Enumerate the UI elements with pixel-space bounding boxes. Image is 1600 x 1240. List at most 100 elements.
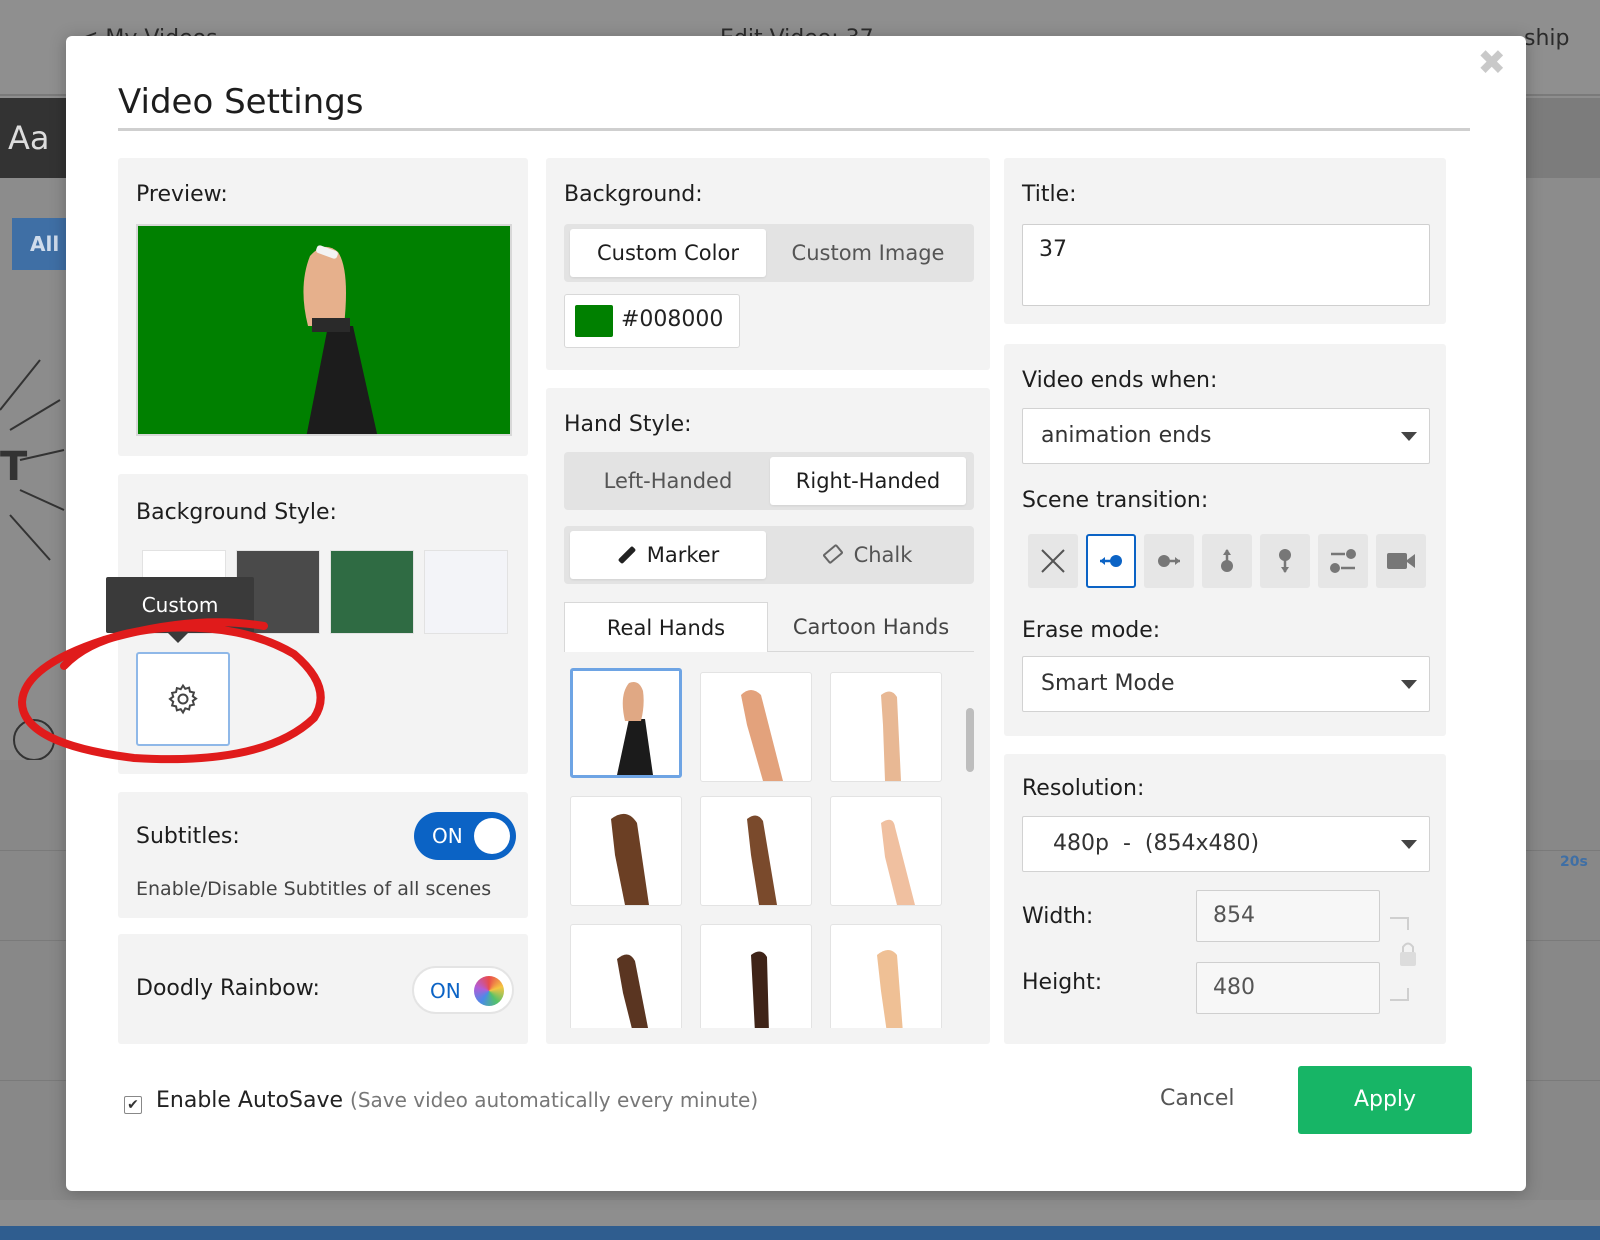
hand-style-panel: Hand Style: Left-Handed Right-Handed Mar… bbox=[546, 388, 990, 1044]
toggle-knob bbox=[474, 818, 510, 854]
color-swatch bbox=[575, 305, 613, 337]
background-style-panel: Background Style: Custom bbox=[106, 474, 528, 774]
hand-grid-scrollbar[interactable] bbox=[966, 708, 974, 772]
erase-mode-select[interactable]: Smart Mode bbox=[1022, 656, 1430, 712]
aspect-lock-icon[interactable] bbox=[1386, 914, 1420, 1004]
resolution-select[interactable]: 480p - (854x480) bbox=[1022, 816, 1430, 872]
apply-button[interactable]: Apply bbox=[1298, 1066, 1472, 1134]
transition-camera[interactable] bbox=[1376, 534, 1426, 588]
tab-cartoon-hands[interactable]: Cartoon Hands bbox=[768, 602, 974, 652]
hand-thumbnail-icon bbox=[881, 691, 901, 781]
slide-down-icon bbox=[1279, 549, 1291, 573]
background-type-selector: Custom Color Custom Image bbox=[564, 224, 974, 282]
title-panel: Title: 37 bbox=[1004, 158, 1446, 324]
autosave-label: Enable AutoSave bbox=[156, 1088, 344, 1113]
right-handed-option[interactable]: Right-Handed bbox=[770, 457, 966, 505]
rainbow-icon bbox=[474, 976, 504, 1006]
background-panel: Background: Custom Color Custom Image #0… bbox=[546, 158, 990, 370]
subtitles-panel: Subtitles: ON Enable/Disable Subtitles o… bbox=[118, 792, 528, 918]
hand-option[interactable] bbox=[830, 924, 942, 1028]
playback-panel: Video ends when: animation ends Scene tr… bbox=[1004, 344, 1446, 736]
doodly-rainbow-toggle[interactable]: ON bbox=[412, 966, 514, 1014]
width-input[interactable]: 854 bbox=[1196, 890, 1380, 942]
cancel-button[interactable]: Cancel bbox=[1160, 1086, 1235, 1111]
hand-option[interactable] bbox=[700, 924, 812, 1028]
scene-transition-label: Scene transition: bbox=[1022, 488, 1209, 513]
subtitles-toggle-text: ON bbox=[432, 824, 463, 848]
hand-thumbnail-icon bbox=[877, 950, 903, 1028]
transition-slide-left[interactable] bbox=[1086, 534, 1136, 588]
tab-real-hands[interactable]: Real Hands bbox=[564, 602, 768, 652]
title-input[interactable]: 37 bbox=[1022, 224, 1430, 306]
height-label: Height: bbox=[1022, 970, 1103, 995]
text-tool-button[interactable]: Aa bbox=[0, 98, 68, 178]
hand-option[interactable] bbox=[830, 672, 942, 782]
video-ends-select[interactable]: animation ends bbox=[1022, 408, 1430, 464]
autosave-hint: (Save video automatically every minute) bbox=[350, 1088, 759, 1112]
transition-slide-up[interactable] bbox=[1202, 534, 1252, 588]
gear-icon bbox=[168, 683, 198, 715]
subtitles-label: Subtitles: bbox=[136, 824, 240, 849]
transition-slide-down[interactable] bbox=[1260, 534, 1310, 588]
width-label: Width: bbox=[1022, 904, 1094, 929]
chevron-down-icon bbox=[1401, 840, 1417, 849]
hand-option[interactable] bbox=[700, 796, 812, 906]
preview-panel: Preview: bbox=[118, 158, 528, 456]
hand-option[interactable] bbox=[570, 796, 682, 906]
height-input[interactable]: 480 bbox=[1196, 962, 1380, 1014]
hand-option[interactable] bbox=[570, 668, 682, 778]
preview-hand-icon bbox=[303, 245, 378, 434]
camera-icon bbox=[1387, 553, 1415, 569]
transition-slide-right[interactable] bbox=[1144, 534, 1194, 588]
video-ends-label: Video ends when: bbox=[1022, 368, 1218, 393]
transition-none[interactable] bbox=[1028, 534, 1078, 588]
chalk-label: Chalk bbox=[853, 543, 913, 567]
hand-thumbnail-icon bbox=[617, 682, 653, 775]
resolution-panel: Resolution: 480p - (854x480) Width: 854 … bbox=[1004, 754, 1446, 1044]
erase-mode-label: Erase mode: bbox=[1022, 618, 1161, 643]
hand-option[interactable] bbox=[570, 924, 682, 1028]
none-x-icon bbox=[1041, 549, 1065, 573]
slide-right-icon bbox=[1158, 555, 1180, 567]
app-footer-bar bbox=[0, 1226, 1600, 1240]
close-icon[interactable]: ✖ bbox=[1478, 46, 1507, 80]
chalk-icon bbox=[821, 543, 844, 565]
hand-thumbnail-icon bbox=[611, 813, 649, 905]
title-divider bbox=[118, 128, 1470, 131]
timeline-marker: 20s bbox=[1560, 854, 1588, 870]
filter-all-button[interactable]: All bbox=[12, 218, 72, 270]
preview-canvas bbox=[136, 224, 512, 436]
hand-thumbnail-icon bbox=[617, 954, 649, 1028]
marker-option[interactable]: Marker bbox=[570, 531, 766, 579]
video-settings-modal: ✖ Video Settings Preview: Background Sty… bbox=[66, 36, 1526, 1191]
doodly-rainbow-panel: Doodly Rainbow: ON bbox=[118, 934, 528, 1044]
marker-icon bbox=[617, 545, 636, 565]
subtitles-toggle[interactable]: ON bbox=[414, 812, 516, 860]
hand-option[interactable] bbox=[700, 672, 812, 782]
modal-title: Video Settings bbox=[118, 82, 364, 122]
swatch-light-paper[interactable] bbox=[424, 550, 508, 634]
background-label: Background: bbox=[564, 182, 703, 207]
hand-thumbnail-icon bbox=[751, 951, 769, 1028]
swatch-chalkboard-green[interactable] bbox=[330, 550, 414, 634]
left-handed-option[interactable]: Left-Handed bbox=[570, 457, 766, 505]
swap-icon bbox=[1330, 549, 1356, 573]
custom-image-option[interactable]: Custom Image bbox=[770, 229, 966, 277]
subtitles-description: Enable/Disable Subtitles of all scenes bbox=[136, 878, 492, 900]
marker-label: Marker bbox=[646, 543, 720, 567]
chevron-down-icon bbox=[1401, 680, 1417, 689]
autosave-checkbox[interactable]: ✔ bbox=[124, 1096, 142, 1114]
custom-color-option[interactable]: Custom Color bbox=[570, 229, 766, 277]
transition-swap[interactable] bbox=[1318, 534, 1368, 588]
chalk-option[interactable]: Chalk bbox=[770, 531, 966, 579]
custom-background-button[interactable] bbox=[136, 652, 230, 746]
hand-option[interactable] bbox=[830, 796, 942, 906]
background-color-picker[interactable]: #008000 bbox=[564, 294, 740, 348]
header-link-partial[interactable]: ship bbox=[1524, 26, 1569, 51]
preview-label: Preview: bbox=[136, 182, 228, 207]
hand-thumbnail-icon bbox=[881, 819, 915, 905]
slide-up-icon bbox=[1221, 549, 1233, 572]
erase-mode-value: Smart Mode bbox=[1041, 671, 1175, 696]
chevron-down-icon bbox=[1401, 432, 1417, 441]
tool-selector: Marker Chalk bbox=[564, 526, 974, 584]
